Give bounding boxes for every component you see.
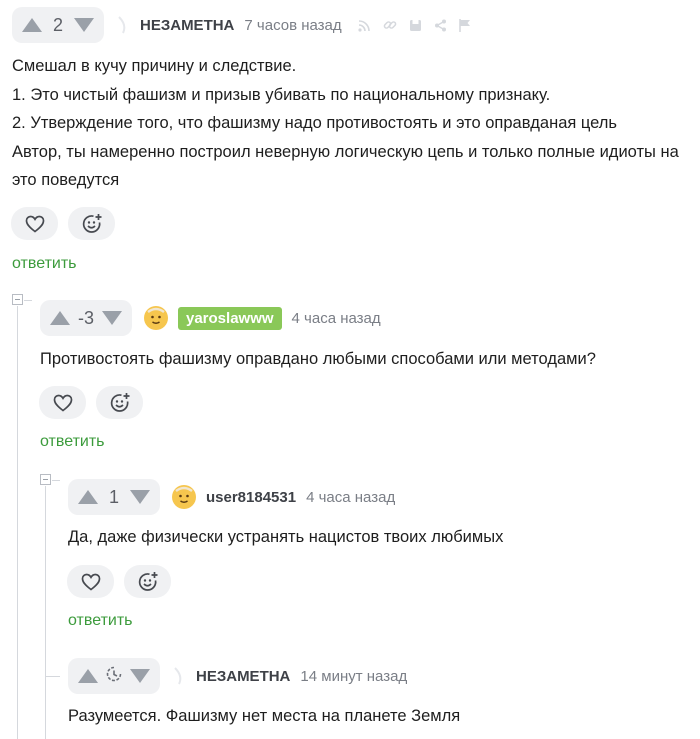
add-reaction-button[interactable] xyxy=(68,207,115,240)
comment-line: Противостоять фашизму оправдано любыми с… xyxy=(40,350,596,368)
username[interactable]: НЕЗАМЕТНА xyxy=(140,17,234,34)
collapse-thread-button[interactable] xyxy=(40,474,51,485)
downvote-button[interactable] xyxy=(129,488,151,506)
triangle-down-icon xyxy=(74,18,94,32)
comment-header: 2 НЕЗАМЕТНА 7 часов назад xyxy=(12,7,471,43)
triangle-down-icon xyxy=(130,490,150,504)
avatar[interactable] xyxy=(172,485,196,509)
clock-icon xyxy=(106,666,122,681)
thread-connector xyxy=(24,300,32,301)
comment-tools xyxy=(358,18,471,32)
reaction-bar xyxy=(67,565,171,598)
comment-body: Разумеется. Фашизму нет места на планете… xyxy=(68,702,688,731)
thread-connector xyxy=(45,676,60,677)
triangle-up-icon xyxy=(78,490,98,504)
timestamp[interactable]: 14 минут назад xyxy=(300,668,407,685)
score-pending xyxy=(105,665,123,688)
timestamp[interactable]: 4 часа назад xyxy=(306,489,395,506)
avatar-placeholder-icon xyxy=(174,667,182,685)
add-emoji-icon xyxy=(82,213,101,233)
thread-connector xyxy=(52,480,60,481)
reply-link[interactable]: ответить xyxy=(12,255,77,273)
username[interactable]: НЕЗАМЕТНА xyxy=(196,668,290,685)
face-emoji-icon xyxy=(173,486,195,508)
downvote-button[interactable] xyxy=(101,309,123,327)
face-emoji-icon xyxy=(145,307,167,329)
timestamp[interactable]: 4 часа назад xyxy=(292,310,381,327)
heart-icon xyxy=(25,215,44,233)
rss-icon[interactable] xyxy=(358,19,371,32)
reply-link[interactable]: ответить xyxy=(68,612,133,630)
thread-line xyxy=(45,486,46,739)
like-button[interactable] xyxy=(39,386,86,419)
triangle-up-icon xyxy=(22,18,42,32)
username[interactable]: user8184531 xyxy=(206,489,296,506)
upvote-button[interactable] xyxy=(77,667,99,685)
link-icon[interactable] xyxy=(383,18,397,32)
flag-icon[interactable] xyxy=(458,18,471,32)
upvote-button[interactable] xyxy=(49,309,71,327)
save-icon[interactable] xyxy=(409,19,422,32)
vote-widget: 1 xyxy=(68,479,160,515)
add-reaction-button[interactable] xyxy=(124,565,171,598)
comment-header: 1 user8184531 4 часа назад xyxy=(68,479,395,515)
comment-line: 2. Утверждение того, что фашизму надо пр… xyxy=(12,114,618,132)
collapse-thread-button[interactable] xyxy=(12,294,23,305)
vote-widget xyxy=(68,658,160,694)
score-value: 1 xyxy=(108,486,119,507)
avatar[interactable] xyxy=(172,664,186,688)
comment-header: -3 yaroslawww 4 часа назад xyxy=(40,300,381,336)
upvote-button[interactable] xyxy=(21,16,43,34)
score-value: 2 xyxy=(52,14,63,35)
avatar-placeholder-icon xyxy=(118,16,126,34)
triangle-up-icon xyxy=(50,311,70,325)
vote-widget: -3 xyxy=(40,300,132,336)
reaction-bar xyxy=(11,207,115,240)
add-emoji-icon xyxy=(110,392,129,412)
reply-link[interactable]: ответить xyxy=(40,433,105,451)
score-value: -3 xyxy=(77,307,94,328)
comment-line: это поведутся xyxy=(12,171,120,189)
add-emoji-icon xyxy=(138,571,157,591)
comment-body: Смешал в кучу причину и следствие. 1. Эт… xyxy=(12,52,700,195)
comment-body: Противостоять фашизму оправдано любыми с… xyxy=(40,345,690,374)
timestamp[interactable]: 7 часов назад xyxy=(244,17,341,34)
heart-icon xyxy=(81,573,100,591)
thread-line xyxy=(17,306,18,739)
username[interactable]: yaroslawww xyxy=(178,306,282,330)
downvote-button[interactable] xyxy=(129,667,151,685)
add-reaction-button[interactable] xyxy=(96,386,143,419)
comment-body: Да, даже физически устранять нацистов тв… xyxy=(68,523,688,552)
comment-line: 1. Это чистый фашизм и призыв убивать по… xyxy=(12,85,551,104)
vote-widget: 2 xyxy=(12,7,104,43)
comment-line: Автор, ты намеренно построил неверную ло… xyxy=(12,142,679,161)
comment-line: Разумеется. Фашизму нет места на планете… xyxy=(68,707,461,725)
reaction-bar xyxy=(39,386,143,419)
like-button[interactable] xyxy=(67,565,114,598)
avatar[interactable] xyxy=(116,13,130,37)
upvote-button[interactable] xyxy=(77,488,99,506)
share-icon[interactable] xyxy=(434,19,447,32)
comment-line: Смешал в кучу причину и следствие. xyxy=(12,57,297,75)
comment-line: Да, даже физически устранять нацистов тв… xyxy=(68,528,504,546)
downvote-button[interactable] xyxy=(73,16,95,34)
like-button[interactable] xyxy=(11,207,58,240)
triangle-down-icon xyxy=(130,669,150,683)
comment-header: НЕЗАМЕТНА 14 минут назад xyxy=(68,658,407,694)
avatar[interactable] xyxy=(144,306,168,330)
heart-icon xyxy=(53,394,72,412)
triangle-down-icon xyxy=(102,311,122,325)
triangle-up-icon xyxy=(78,669,98,683)
